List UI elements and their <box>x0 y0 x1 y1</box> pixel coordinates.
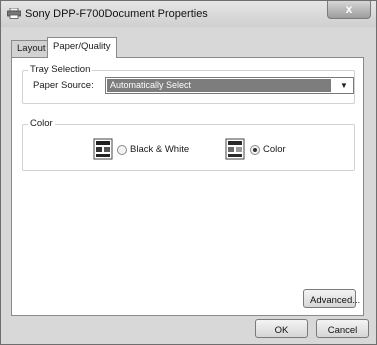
close-icon: x <box>345 2 353 16</box>
color-radio[interactable] <box>250 145 260 155</box>
printer-icon <box>7 8 21 19</box>
black-white-label[interactable]: Black & White <box>130 144 189 155</box>
paper-source-label: Paper Source: <box>33 80 94 91</box>
document-bw-icon <box>93 138 113 160</box>
black-white-radio[interactable] <box>117 145 127 155</box>
paper-source-dropdown[interactable]: Automatically Select ▼ <box>105 77 354 94</box>
paper-quality-panel: Tray Selection Paper Source: Automatical… <box>11 57 364 316</box>
close-button[interactable]: x <box>327 1 371 19</box>
cancel-button[interactable]: Cancel <box>316 319 369 338</box>
tray-selection-heading: Tray Selection <box>28 64 93 75</box>
paper-source-value: Automatically Select <box>107 79 331 92</box>
document-properties-window: Sony DPP-F700Document Properties x Layou… <box>0 0 377 345</box>
document-color-icon <box>225 138 245 160</box>
title-bar[interactable]: Sony DPP-F700Document Properties x <box>1 1 376 27</box>
tab-paper-quality[interactable]: Paper/Quality <box>47 37 117 58</box>
color-group: Color Black & White Color <box>22 118 355 171</box>
tray-selection-group: Tray Selection Paper Source: Automatical… <box>22 64 355 104</box>
tab-layout[interactable]: Layout <box>11 40 52 57</box>
color-heading: Color <box>28 118 55 129</box>
ok-button[interactable]: OK <box>255 319 308 338</box>
tab-layout-label: Layout <box>17 43 46 54</box>
advanced-button[interactable]: Advanced... <box>303 289 360 308</box>
color-option-label[interactable]: Color <box>263 144 286 155</box>
tab-paper-quality-label: Paper/Quality <box>53 41 111 52</box>
chevron-down-icon[interactable]: ▼ <box>335 78 353 93</box>
window-title: Sony DPP-F700Document Properties <box>25 8 208 20</box>
